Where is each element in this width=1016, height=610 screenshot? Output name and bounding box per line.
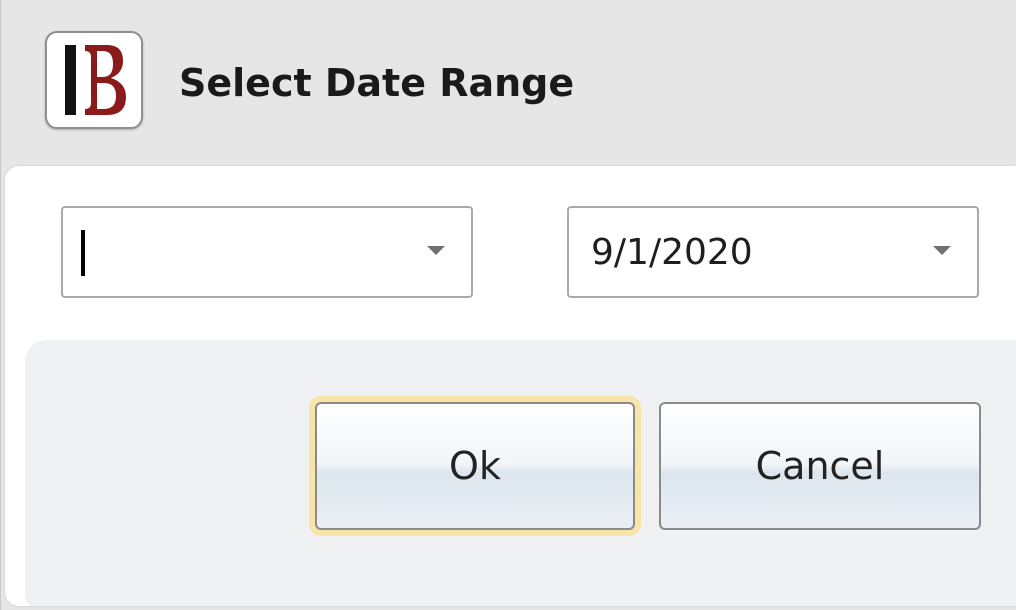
- cancel-button[interactable]: Cancel: [659, 402, 981, 530]
- b-logo-glyph: [65, 45, 126, 115]
- dialog-content: 9/1/2020 Ok Cancel: [5, 166, 1016, 606]
- chevron-down-icon[interactable]: [427, 246, 445, 255]
- start-date-combobox[interactable]: [61, 206, 473, 298]
- dialog-title: Select Date Range: [179, 61, 575, 105]
- title-bar: Select Date Range: [1, 0, 1016, 160]
- select-date-range-dialog: Select Date Range 9/1/2020 Ok Cancel: [0, 0, 1016, 610]
- chevron-down-icon[interactable]: [933, 246, 951, 255]
- b-logo-icon: [45, 31, 143, 129]
- end-date-value: 9/1/2020: [591, 232, 753, 273]
- ok-button[interactable]: Ok: [315, 402, 635, 530]
- text-caret: [81, 230, 85, 276]
- button-panel: Ok Cancel: [25, 340, 1016, 606]
- end-date-combobox[interactable]: 9/1/2020: [567, 206, 979, 298]
